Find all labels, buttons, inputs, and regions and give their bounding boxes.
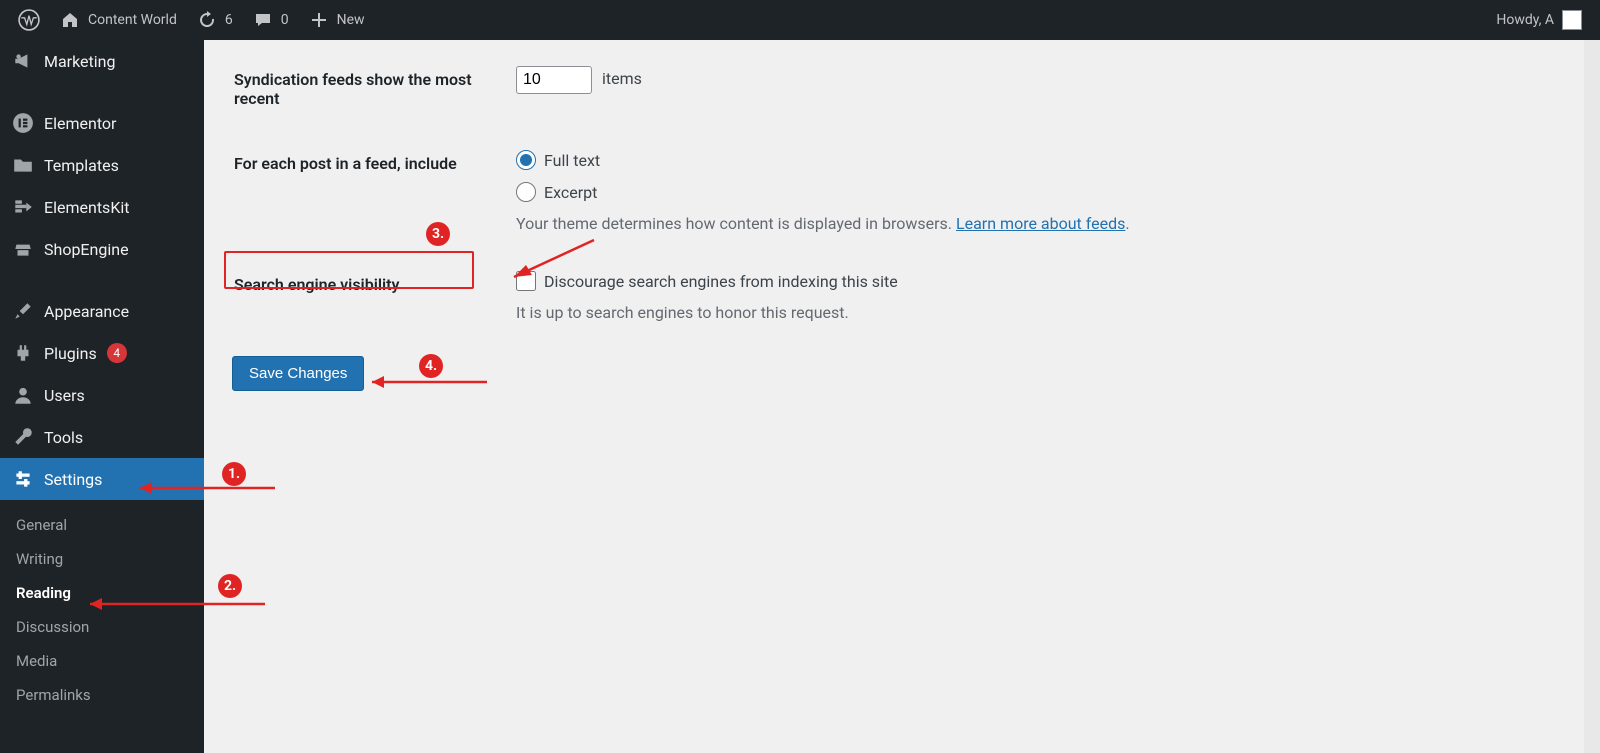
updates-count: 6 — [225, 12, 233, 28]
plugins-badge: 4 — [107, 343, 127, 363]
avatar — [1562, 10, 1582, 30]
comment-icon — [253, 10, 273, 30]
search-visibility-note: It is up to search engines to honor this… — [516, 303, 1130, 322]
wp-logo[interactable] — [8, 0, 50, 40]
user-icon — [12, 384, 34, 406]
sidebar-item-templates[interactable]: Templates — [0, 144, 204, 186]
new-content[interactable]: New — [299, 0, 375, 40]
feeds-units: items — [602, 69, 642, 88]
submenu-permalinks[interactable]: Permalinks — [0, 678, 204, 712]
elementskit-icon — [12, 196, 34, 218]
sidebar-item-elementskit[interactable]: ElementsKit — [0, 186, 204, 228]
submenu-writing[interactable]: Writing — [0, 542, 204, 576]
sidebar-item-label: Plugins — [44, 344, 97, 363]
plugin-icon — [12, 342, 34, 364]
site-name[interactable]: Content World — [50, 0, 187, 40]
home-icon — [60, 10, 80, 30]
folder-icon — [12, 154, 34, 176]
sidebar-item-plugins[interactable]: Plugins 4 — [0, 332, 204, 374]
sidebar-item-label: Settings — [44, 470, 102, 489]
wrench-icon — [12, 426, 34, 448]
new-label: New — [337, 12, 365, 28]
sidebar-item-shopengine[interactable]: ShopEngine — [0, 228, 204, 270]
feed-include-full-radio[interactable] — [516, 150, 536, 170]
feed-include-excerpt-label: Excerpt — [544, 183, 597, 202]
sidebar-item-label: Users — [44, 386, 85, 405]
wordpress-icon — [18, 9, 40, 31]
shop-icon — [12, 238, 34, 260]
sidebar-item-label: ShopEngine — [44, 240, 129, 259]
sidebar-item-label: Appearance — [44, 302, 129, 321]
sidebar-item-appearance[interactable]: Appearance — [0, 290, 204, 332]
howdy-text: Howdy, A — [1496, 12, 1554, 28]
feed-include-desc: Your theme determines how content is dis… — [516, 214, 956, 233]
sidebar-item-tools[interactable]: Tools — [0, 416, 204, 458]
save-changes-button[interactable]: Save Changes — [232, 356, 364, 391]
plus-icon — [309, 10, 329, 30]
sidebar-item-label: ElementsKit — [44, 198, 129, 217]
admin-sidebar: Marketing Elementor Templates ElementsKi… — [0, 40, 204, 753]
brush-icon — [12, 300, 34, 322]
annotation-box-3 — [224, 251, 474, 289]
site-name-text: Content World — [88, 12, 177, 28]
howdy-account[interactable]: Howdy, A — [1486, 0, 1592, 40]
sidebar-item-marketing[interactable]: Marketing — [0, 40, 204, 82]
sidebar-item-users[interactable]: Users — [0, 374, 204, 416]
annotation-3: 3. — [426, 222, 450, 246]
comments[interactable]: 0 — [243, 0, 299, 40]
feed-include-full-label: Full text — [544, 151, 600, 170]
sidebar-item-label: Elementor — [44, 114, 116, 133]
annotation-arrow-2 — [80, 594, 270, 614]
sidebar-item-elementor[interactable]: Elementor — [0, 102, 204, 144]
submenu-media[interactable]: Media — [0, 644, 204, 678]
scrollbar[interactable]: ▴ — [1584, 0, 1600, 753]
submenu-general[interactable]: General — [0, 508, 204, 542]
admin-bar: Content World 6 0 New Howdy, A — [0, 0, 1600, 40]
settings-icon — [12, 468, 34, 490]
elementor-icon — [12, 112, 34, 134]
comments-count: 0 — [281, 12, 289, 28]
megaphone-icon — [12, 50, 34, 72]
sidebar-item-label: Tools — [44, 428, 83, 447]
learn-more-feeds-link[interactable]: Learn more about feeds — [956, 214, 1125, 233]
feed-include-label: For each post in a feed, include — [234, 132, 514, 251]
sidebar-item-label: Templates — [44, 156, 119, 175]
submenu-discussion[interactable]: Discussion — [0, 610, 204, 644]
settings-reading-content: Syndication feeds show the most recent i… — [204, 0, 1600, 451]
annotation-arrow-4 — [362, 372, 492, 392]
annotation-arrow-3 — [494, 235, 604, 285]
feeds-count-label: Syndication feeds show the most recent — [234, 48, 514, 130]
updates[interactable]: 6 — [187, 0, 243, 40]
feeds-count-input[interactable] — [516, 66, 592, 94]
sidebar-item-label: Marketing — [44, 52, 115, 71]
update-icon — [197, 10, 217, 30]
annotation-arrow-1 — [130, 478, 280, 498]
feed-include-excerpt-radio[interactable] — [516, 182, 536, 202]
